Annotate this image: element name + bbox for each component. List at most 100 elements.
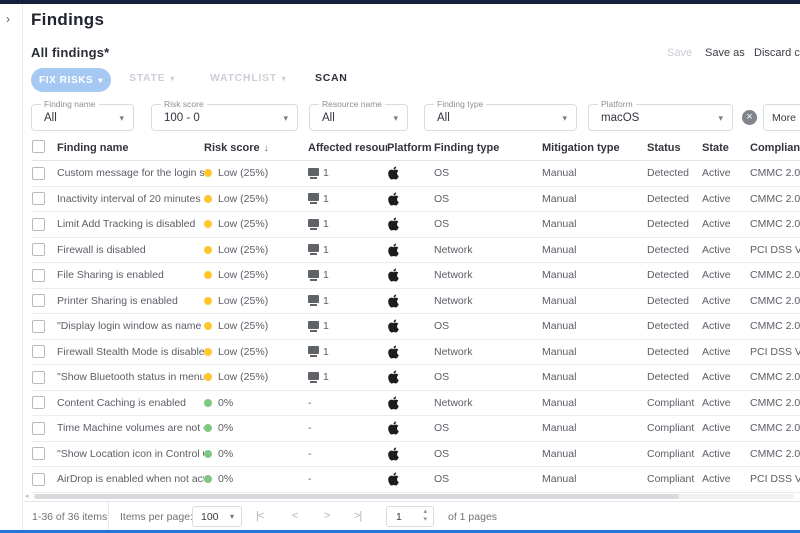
finding-type-cell: Network — [434, 346, 542, 358]
finding-name-cell: AirDrop is enabled when not actively... — [57, 473, 204, 485]
affected-resources-cell: - — [308, 448, 387, 460]
compliance-cell: CMMC 2.0 (US — [750, 193, 800, 205]
header-mitigation-type[interactable]: Mitigation type — [542, 142, 647, 154]
table-row[interactable]: Printer Sharing is enabled Low (25%) 1 N… — [32, 289, 800, 315]
row-checkbox[interactable] — [32, 218, 45, 231]
table-row[interactable]: "Display login window as name and ... Lo… — [32, 314, 800, 340]
row-checkbox[interactable] — [32, 345, 45, 358]
filter-finding-name[interactable]: Finding name All ▾ — [31, 104, 134, 131]
risk-score-cell: 0% — [204, 397, 308, 409]
spin-up-icon[interactable]: ▴ — [423, 508, 427, 516]
mitigation-type-cell: Manual — [542, 218, 647, 230]
header-status[interactable]: Status — [647, 142, 702, 154]
table-row[interactable]: AirDrop is enabled when not actively... … — [32, 467, 800, 493]
risk-score-cell: 0% — [204, 422, 308, 434]
watchlist-button[interactable]: WATCHLIST ▾ — [210, 72, 286, 84]
header-finding-type[interactable]: Finding type — [434, 142, 542, 154]
apple-icon — [387, 370, 400, 384]
table-row[interactable]: Limit Add Tracking is disabled Low (25%)… — [32, 212, 800, 238]
apple-icon — [387, 243, 400, 257]
state-button[interactable]: STATE ▾ — [129, 72, 175, 84]
scrollbar-track[interactable] — [34, 494, 794, 499]
save-button[interactable]: Save — [667, 47, 692, 59]
row-checkbox[interactable] — [32, 473, 45, 486]
platform-cell — [387, 294, 434, 308]
row-select-cell — [32, 243, 57, 256]
table-row[interactable]: Firewall Stealth Mode is disabled Low (2… — [32, 340, 800, 366]
state-cell: Active — [702, 371, 750, 383]
filter-finding-type[interactable]: Finding type All ▾ — [424, 104, 577, 131]
select-all-checkbox[interactable] — [32, 140, 45, 153]
save-as-button[interactable]: Save as — [705, 47, 745, 59]
risk-dot — [204, 399, 212, 407]
compliance-cell: CMMC 2.0 (US — [750, 167, 800, 179]
row-select-cell — [32, 269, 57, 282]
table-row[interactable]: "Show Bluetooth status in menu bar... Lo… — [32, 365, 800, 391]
page-number-input[interactable]: 1 ▴ ▾ — [386, 506, 434, 527]
table-row[interactable]: File Sharing is enabled Low (25%) 1 Netw… — [32, 263, 800, 289]
sidebar-expand-icon[interactable]: › — [6, 12, 10, 26]
affected-resources-cell: 1 — [308, 218, 387, 230]
row-checkbox[interactable] — [32, 167, 45, 180]
table-row[interactable]: Firewall is disabled Low (25%) 1 Network… — [32, 238, 800, 264]
table-row[interactable]: Content Caching is enabled 0% - Network … — [32, 391, 800, 417]
row-checkbox[interactable] — [32, 269, 45, 282]
apple-icon — [387, 166, 400, 180]
filter-resource-name[interactable]: Resource name All ▾ — [309, 104, 408, 131]
filter-platform[interactable]: Platform macOS ▾ — [588, 104, 733, 131]
filter-risk-score[interactable]: Risk score 100 - 0 ▾ — [151, 104, 298, 131]
affected-resources-cell: 1 — [308, 269, 387, 281]
risk-score-cell: Low (25%) — [204, 295, 308, 307]
row-checkbox[interactable] — [32, 243, 45, 256]
row-select-cell — [32, 473, 57, 486]
affected-resources-cell: 1 — [308, 193, 387, 205]
last-page-icon[interactable]: >| — [354, 510, 361, 522]
header-compliance[interactable]: Compliance — [750, 142, 800, 154]
items-per-page-select[interactable]: 100 ▾ — [192, 506, 242, 527]
mitigation-type-cell: Manual — [542, 269, 647, 281]
row-checkbox[interactable] — [32, 422, 45, 435]
header-platform[interactable]: Platform — [387, 142, 434, 154]
mitigation-type-cell: Manual — [542, 244, 647, 256]
fix-risks-button[interactable]: FIX RISKS ▾ — [31, 68, 111, 92]
row-checkbox[interactable] — [32, 192, 45, 205]
table-row[interactable]: "Show Location icon in Control Cent... 0… — [32, 442, 800, 468]
header-finding-name[interactable]: Finding name — [57, 142, 204, 154]
discard-changes-button[interactable]: Discard changes — [754, 47, 800, 59]
table-row[interactable]: Time Machine volumes are not encry... 0%… — [32, 416, 800, 442]
scroll-left-icon[interactable]: ◂ — [25, 492, 29, 500]
compliance-cell: CMMC 2.0 (US — [750, 371, 800, 383]
row-checkbox[interactable] — [32, 371, 45, 384]
row-checkbox[interactable] — [32, 320, 45, 333]
next-page-icon[interactable]: > — [324, 510, 329, 522]
spin-down-icon[interactable]: ▾ — [423, 516, 427, 524]
prev-page-icon[interactable]: < — [292, 510, 297, 522]
compliance-cell: CMMC 2.0 (US — [750, 422, 800, 434]
row-checkbox[interactable] — [32, 396, 45, 409]
status-cell: Detected — [647, 244, 702, 256]
header-risk-score[interactable]: Risk score↓ — [204, 142, 308, 154]
risk-score-cell: 0% — [204, 448, 308, 460]
monitor-icon — [308, 346, 319, 354]
header-state[interactable]: State — [702, 142, 750, 154]
page-stepper[interactable]: ▴ ▾ — [423, 508, 427, 524]
row-checkbox[interactable] — [32, 294, 45, 307]
monitor-icon — [308, 372, 319, 380]
finding-name-cell: "Display login window as name and ... — [57, 320, 204, 332]
table-row[interactable]: Custom message for the login scree... Lo… — [32, 161, 800, 187]
risk-score-cell: Low (25%) — [204, 218, 308, 230]
finding-name-cell: Custom message for the login scree... — [57, 167, 204, 179]
finding-name-cell: Content Caching is enabled — [57, 397, 204, 409]
header-affected-resources[interactable]: Affected resour... — [308, 142, 387, 154]
row-select-cell — [32, 371, 57, 384]
clear-filter-icon[interactable]: × — [742, 110, 757, 125]
table-row[interactable]: Inactivity interval of 20 minutes or l..… — [32, 187, 800, 213]
first-page-icon[interactable]: |< — [256, 510, 263, 522]
scan-button[interactable]: SCAN — [315, 72, 348, 84]
more-filters-button[interactable]: More — [763, 104, 800, 131]
divider — [108, 502, 109, 530]
scrollbar-thumb[interactable] — [34, 494, 679, 499]
row-checkbox[interactable] — [32, 447, 45, 460]
apple-icon — [387, 217, 400, 231]
state-cell: Active — [702, 295, 750, 307]
